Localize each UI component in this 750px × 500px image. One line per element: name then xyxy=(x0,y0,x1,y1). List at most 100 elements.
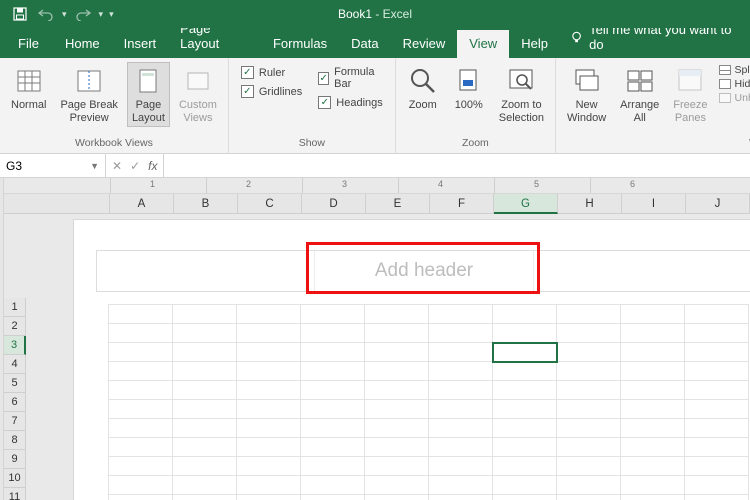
tab-home[interactable]: Home xyxy=(53,30,112,58)
cell-A7[interactable] xyxy=(109,419,173,438)
tab-data[interactable]: Data xyxy=(339,30,390,58)
cell-E8[interactable] xyxy=(365,438,429,457)
cell-D2[interactable] xyxy=(301,324,365,343)
row-header-5[interactable]: 5 xyxy=(4,374,26,393)
tab-view[interactable]: View xyxy=(457,30,509,58)
cell-I5[interactable] xyxy=(621,381,685,400)
cell-J6[interactable] xyxy=(685,400,749,419)
cell-C3[interactable] xyxy=(237,343,301,362)
tab-help[interactable]: Help xyxy=(509,30,560,58)
cell-A8[interactable] xyxy=(109,438,173,457)
header-left-segment[interactable] xyxy=(97,251,315,291)
cell-E9[interactable] xyxy=(365,457,429,476)
cell-E7[interactable] xyxy=(365,419,429,438)
cell-C7[interactable] xyxy=(237,419,301,438)
cell-G11[interactable] xyxy=(493,495,557,500)
cell-I4[interactable] xyxy=(621,362,685,381)
cell-B8[interactable] xyxy=(173,438,237,457)
cell-A5[interactable] xyxy=(109,381,173,400)
row-header-11[interactable]: 11 xyxy=(4,488,26,500)
cell-G5[interactable] xyxy=(493,381,557,400)
cell-I11[interactable] xyxy=(621,495,685,500)
cell-G4[interactable] xyxy=(493,362,557,381)
new-window-button[interactable]: New Window xyxy=(562,62,611,127)
cell-I9[interactable] xyxy=(621,457,685,476)
cell-J11[interactable] xyxy=(685,495,749,500)
cell-J1[interactable] xyxy=(685,305,749,324)
qat-customize-icon[interactable]: ▾ xyxy=(109,9,114,20)
cell-B4[interactable] xyxy=(173,362,237,381)
row-header-9[interactable]: 9 xyxy=(4,450,26,469)
page-break-preview-button[interactable]: Page Break Preview xyxy=(55,62,122,127)
name-box-dropdown-icon[interactable]: ▼ xyxy=(90,161,99,171)
cell-E6[interactable] xyxy=(365,400,429,419)
cell-B7[interactable] xyxy=(173,419,237,438)
cell-J9[interactable] xyxy=(685,457,749,476)
cell-C8[interactable] xyxy=(237,438,301,457)
cell-D11[interactable] xyxy=(301,495,365,500)
cell-E4[interactable] xyxy=(365,362,429,381)
cell-H8[interactable] xyxy=(557,438,621,457)
headings-checkbox[interactable]: ✓Headings xyxy=(318,96,382,109)
column-header-B[interactable]: B xyxy=(174,194,238,214)
save-icon[interactable] xyxy=(8,2,32,26)
column-header-F[interactable]: F xyxy=(430,194,494,214)
cell-F10[interactable] xyxy=(429,476,493,495)
page-layout-button[interactable]: Page Layout xyxy=(127,62,170,127)
cell-B3[interactable] xyxy=(173,343,237,362)
cell-I3[interactable] xyxy=(621,343,685,362)
cell-A11[interactable] xyxy=(109,495,173,500)
cell-H7[interactable] xyxy=(557,419,621,438)
cell-A2[interactable] xyxy=(109,324,173,343)
cell-C5[interactable] xyxy=(237,381,301,400)
cell-J4[interactable] xyxy=(685,362,749,381)
row-header-8[interactable]: 8 xyxy=(4,431,26,450)
cell-E1[interactable] xyxy=(365,305,429,324)
cell-E10[interactable] xyxy=(365,476,429,495)
cell-D4[interactable] xyxy=(301,362,365,381)
cell-C9[interactable] xyxy=(237,457,301,476)
cell-J8[interactable] xyxy=(685,438,749,457)
cell-I2[interactable] xyxy=(621,324,685,343)
cell-H3[interactable] xyxy=(557,343,621,362)
cell-B5[interactable] xyxy=(173,381,237,400)
cell-E3[interactable] xyxy=(365,343,429,362)
cell-A3[interactable] xyxy=(109,343,173,362)
cell-F3[interactable] xyxy=(429,343,493,362)
column-header-I[interactable]: I xyxy=(622,194,686,214)
cell-C11[interactable] xyxy=(237,495,301,500)
page-header-zone[interactable]: Add header xyxy=(96,250,750,292)
cell-B6[interactable] xyxy=(173,400,237,419)
cell-B11[interactable] xyxy=(173,495,237,500)
cell-D7[interactable] xyxy=(301,419,365,438)
cell-G10[interactable] xyxy=(493,476,557,495)
column-header-D[interactable]: D xyxy=(302,194,366,214)
tab-insert[interactable]: Insert xyxy=(112,30,169,58)
cell-C2[interactable] xyxy=(237,324,301,343)
cell-A9[interactable] xyxy=(109,457,173,476)
horizontal-ruler[interactable]: 123456 xyxy=(4,178,750,194)
tab-file[interactable]: File xyxy=(4,30,53,58)
hide-button[interactable]: Hide xyxy=(719,78,750,90)
cell-B2[interactable] xyxy=(173,324,237,343)
name-box[interactable]: G3 ▼ xyxy=(0,154,106,177)
cell-H2[interactable] xyxy=(557,324,621,343)
cell-A10[interactable] xyxy=(109,476,173,495)
cell-J10[interactable] xyxy=(685,476,749,495)
cancel-formula-icon[interactable]: ✕ xyxy=(112,159,122,173)
cell-F1[interactable] xyxy=(429,305,493,324)
cell-J7[interactable] xyxy=(685,419,749,438)
column-header-G[interactable]: G xyxy=(494,194,558,214)
cell-F7[interactable] xyxy=(429,419,493,438)
select-all-corner[interactable] xyxy=(4,194,110,214)
cell-J5[interactable] xyxy=(685,381,749,400)
row-header-7[interactable]: 7 xyxy=(4,412,26,431)
zoom-100-button[interactable]: 100% xyxy=(448,62,490,115)
cell-I10[interactable] xyxy=(621,476,685,495)
cell-E11[interactable] xyxy=(365,495,429,500)
zoom-button[interactable]: Zoom xyxy=(402,62,444,115)
cell-G7[interactable] xyxy=(493,419,557,438)
enter-formula-icon[interactable]: ✓ xyxy=(130,159,140,173)
cell-G2[interactable] xyxy=(493,324,557,343)
cell-D9[interactable] xyxy=(301,457,365,476)
